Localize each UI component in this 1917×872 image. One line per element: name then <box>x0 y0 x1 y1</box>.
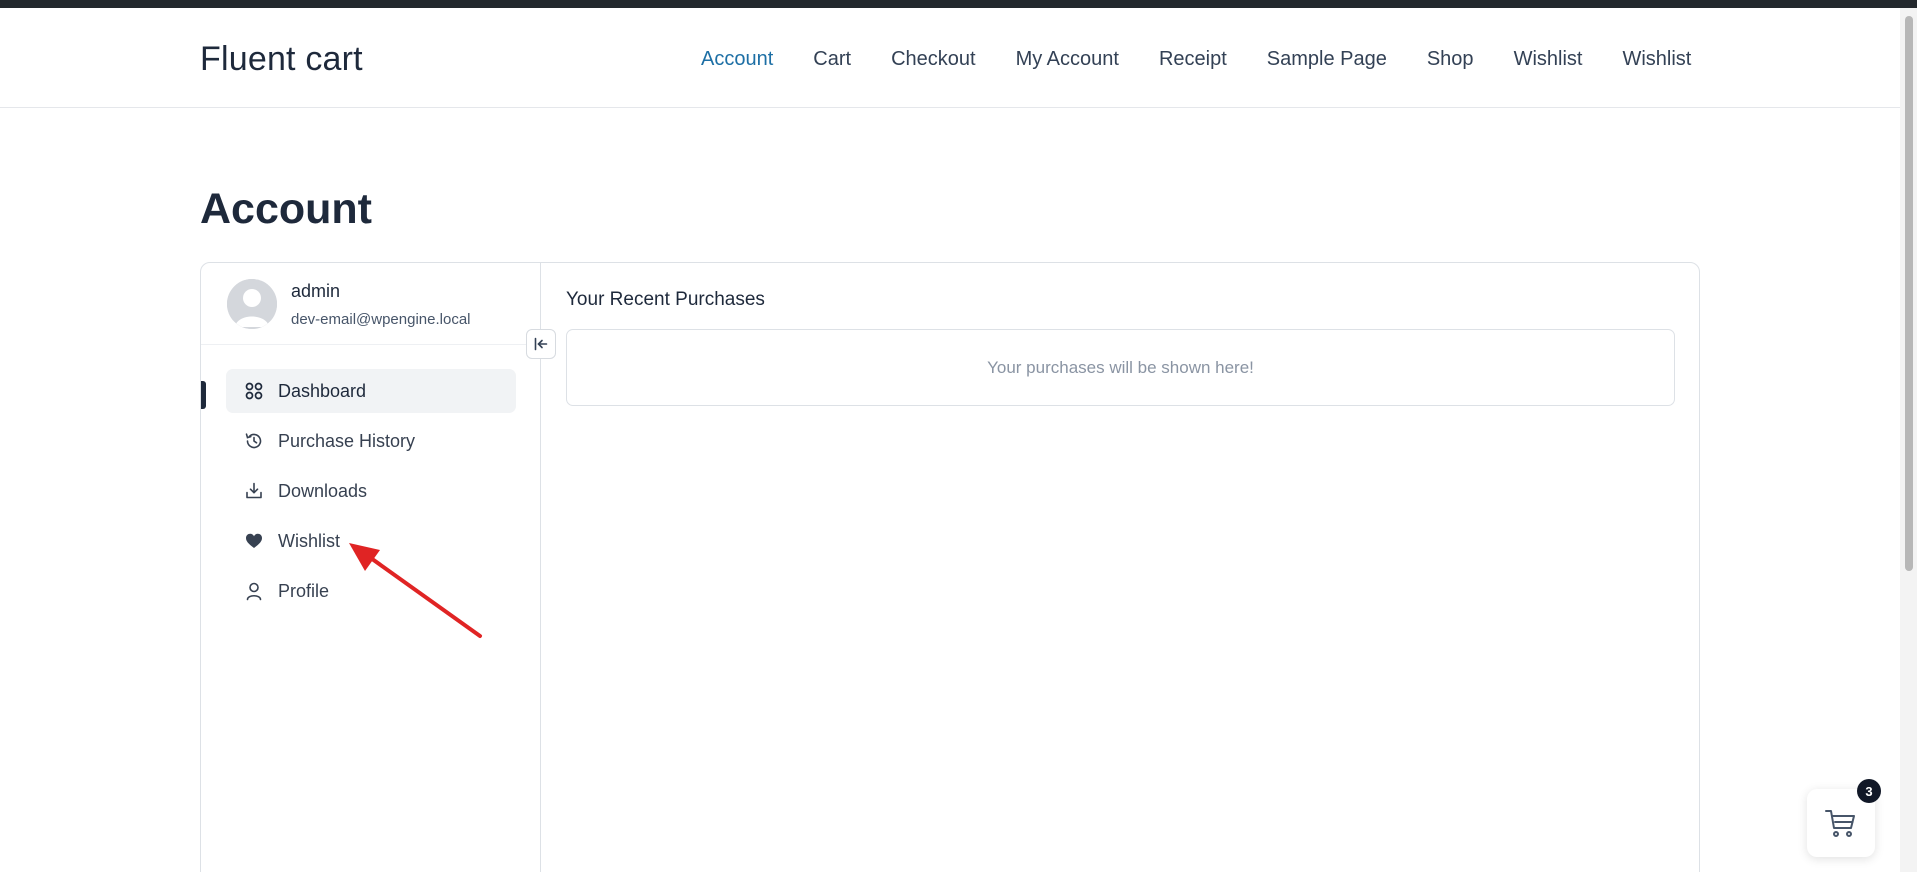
cart-count-badge: 3 <box>1857 779 1881 803</box>
grid-icon <box>244 381 264 401</box>
site-header: Fluent cart Account Cart Checkout My Acc… <box>0 8 1900 108</box>
user-icon <box>244 581 264 601</box>
nav-cart[interactable]: Cart <box>813 48 851 71</box>
history-icon <box>244 431 264 451</box>
empty-purchases-message: Your purchases will be shown here! <box>987 357 1254 377</box>
cart-icon <box>1825 810 1855 837</box>
menu-item-label: Downloads <box>278 480 368 501</box>
browser-top-bar <box>0 0 1917 8</box>
menu-item-label: Wishlist <box>278 530 340 551</box>
page-scrollbar[interactable] <box>1900 8 1917 872</box>
menu-item-label: Purchase History <box>278 430 416 451</box>
nav-my-account[interactable]: My Account <box>1016 48 1119 71</box>
account-main: Your Recent Purchases Your purchases wil… <box>541 263 1699 872</box>
recent-purchases-box: Your purchases will be shown here! <box>566 329 1675 406</box>
menu-item-purchase-history[interactable]: Purchase History <box>226 419 516 463</box>
heart-icon <box>244 531 264 551</box>
nav-receipt[interactable]: Receipt <box>1159 48 1227 71</box>
user-card: admin dev-email@wpengine.local <box>201 263 541 345</box>
menu-item-label: Profile <box>278 580 330 601</box>
download-icon <box>244 481 264 501</box>
user-email: dev-email@wpengine.local <box>291 311 471 328</box>
account-menu: Dashboard Purchase History Downloads Wis… <box>201 369 541 619</box>
menu-item-profile[interactable]: Profile <box>226 569 516 613</box>
nav-checkout[interactable]: Checkout <box>891 48 976 71</box>
collapse-sidebar-button[interactable] <box>526 329 556 359</box>
nav-wishlist[interactable]: Wishlist <box>1514 48 1583 71</box>
menu-item-dashboard[interactable]: Dashboard <box>226 369 516 413</box>
recent-purchases-title: Your Recent Purchases <box>566 289 765 310</box>
nav-sample-page[interactable]: Sample Page <box>1267 48 1387 71</box>
main-nav: Account Cart Checkout My Account Receipt… <box>701 48 1731 71</box>
page-title: Account <box>200 185 372 233</box>
floating-cart-button[interactable]: 3 <box>1807 779 1881 857</box>
account-sidebar: admin dev-email@wpengine.local Dashboard <box>201 263 556 872</box>
nav-shop[interactable]: Shop <box>1427 48 1474 71</box>
nav-wishlist-2[interactable]: Wishlist <box>1622 48 1691 71</box>
nav-account[interactable]: Account <box>701 48 773 71</box>
avatar <box>227 279 277 329</box>
scrollbar-thumb[interactable] <box>1905 16 1913 571</box>
user-name: admin <box>291 281 341 301</box>
account-panel: admin dev-email@wpengine.local Dashboard <box>200 262 1700 872</box>
menu-item-downloads[interactable]: Downloads <box>226 469 516 513</box>
site-title[interactable]: Fluent cart <box>200 40 363 79</box>
menu-item-wishlist[interactable]: Wishlist <box>226 519 516 563</box>
menu-item-label: Dashboard <box>278 380 367 401</box>
collapse-left-icon <box>534 337 548 351</box>
